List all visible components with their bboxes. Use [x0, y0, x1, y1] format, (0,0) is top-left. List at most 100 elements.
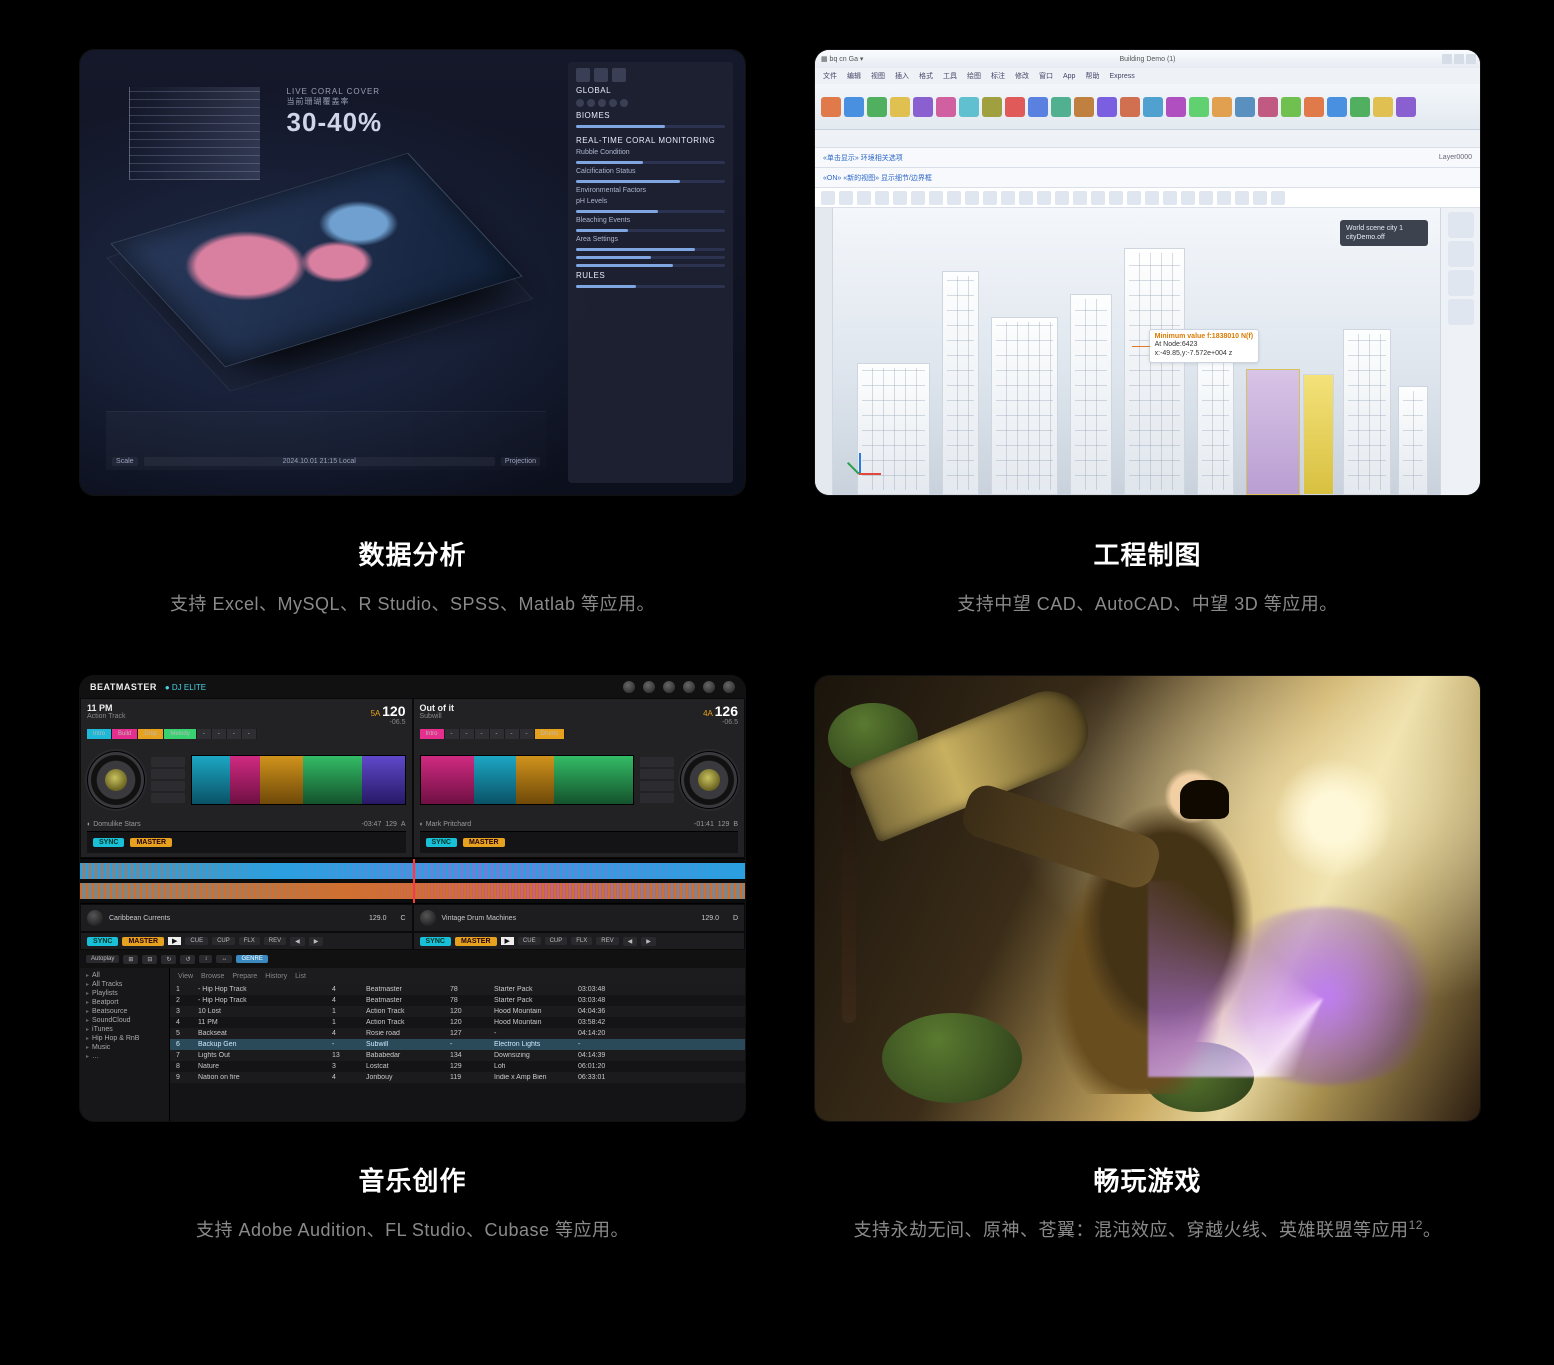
- dj-brand: BEATMASTER: [90, 682, 157, 692]
- card-title: 数据分析: [358, 535, 466, 572]
- game-vfx-slash: [1148, 881, 1441, 1077]
- table-row: 9Nation on fire4Jonbouy119Indie x Amp Bi…: [170, 1072, 745, 1083]
- deckD-name: Vintage Drum Machines: [442, 915, 517, 922]
- browser-tab: History: [265, 973, 287, 980]
- cue-tab: -: [212, 729, 227, 739]
- toolbar-button-icon: [1163, 191, 1177, 205]
- viz-line-chart: [129, 87, 260, 180]
- dj-mode: ● DJ ELITE: [165, 683, 206, 692]
- filter-chip: ↕: [199, 955, 212, 963]
- callout-line3: x:-49.85,y:-7.572e+004 z: [1155, 350, 1233, 357]
- jog-wheel-icon: [680, 751, 738, 809]
- cue-tab: Build: [112, 729, 138, 739]
- cad-right-rail: [1440, 208, 1480, 495]
- viz-row-env: Environmental Factors: [576, 187, 725, 194]
- card-subtitle-text: 支持永劫无间、原神、苍翼：混沌效应、穿越火线、英雄联盟等应用: [854, 1220, 1409, 1240]
- viz-section-monitor: REAL-TIME CORAL MONITORING: [576, 136, 725, 145]
- master-badge: MASTER: [130, 838, 172, 847]
- thumbnail-game: [815, 676, 1480, 1121]
- cue-tab: Drop: [138, 729, 164, 739]
- tree-item: Hip Hop & RnB: [86, 1035, 163, 1042]
- card-gaming: 畅玩游戏 支持永劫无间、原神、苍翼：混沌效应、穿越火线、英雄联盟等应用12。: [815, 676, 1480, 1242]
- toolbar-button-icon: [1235, 191, 1249, 205]
- play-icon: ▶: [168, 937, 181, 945]
- ribbon-tool-icon: [867, 97, 887, 117]
- cue-tab: Intro: [87, 729, 112, 739]
- viz-panel-biome-bar: [576, 125, 725, 128]
- filter-chip: ↺: [180, 955, 195, 964]
- dj-deck-cd-row: Caribbean Currents 129.0 C Vintage Drum …: [80, 904, 745, 932]
- transport-button: CUP: [545, 937, 568, 945]
- deckB-gain: -06.5: [703, 719, 738, 726]
- cue-tab: -: [197, 729, 212, 739]
- card-title: 工程制图: [1093, 535, 1201, 572]
- dj-table: ViewBrowsePrepareHistoryList 1- Hip Hop …: [170, 968, 745, 1121]
- toolbar-button-icon: [1271, 191, 1285, 205]
- card-subtitle: 支持永劫无间、原神、苍翼：混沌效应、穿越火线、英雄联盟等应用12。: [854, 1216, 1442, 1242]
- dj-deck-row: 11 PM Action Track 5A 120 -06.5 IntroBui…: [80, 698, 745, 858]
- dj-browser-tabs: ViewBrowsePrepareHistoryList: [170, 968, 745, 984]
- sync-badge: SYNC: [426, 838, 457, 847]
- table-row: 1- Hip Hop Track4Beatmaster78Starter Pac…: [170, 984, 745, 995]
- table-row: 310 Lost1Action Track120Hood Mountain04:…: [170, 1006, 745, 1017]
- filter-chip: ⊟: [142, 955, 157, 964]
- viz-row-rubble: Rubble Condition: [576, 149, 725, 156]
- tree-item: iTunes: [86, 1026, 163, 1033]
- dj-transport-row: SYNC MASTER ▶ CUECUPFLXREV◀▶ SYNC MASTER…: [80, 932, 745, 950]
- cad-menu-item: 修改: [1015, 71, 1029, 81]
- toolbar-button-icon: [857, 191, 871, 205]
- ribbon-tool-icon: [1097, 97, 1117, 117]
- ribbon-tool-icon: [1327, 97, 1347, 117]
- trackB-bpm: 129: [718, 821, 730, 828]
- cad-menu-item: 标注: [991, 71, 1005, 81]
- cue-tab: Intro: [420, 729, 445, 739]
- viz-panel-dots: [576, 99, 725, 107]
- filter-chip: ⊞: [123, 955, 138, 964]
- toolbar-button-icon: [1019, 191, 1033, 205]
- viz-row-ph: pH Levels: [576, 198, 725, 205]
- card-subtitle: 支持 Adobe Audition、FL Studio、Cubase 等应用。: [196, 1216, 629, 1242]
- cad-menu-item: Express: [1109, 73, 1134, 80]
- deck-fx-icon: [151, 757, 185, 803]
- transport-button: CUE: [518, 937, 541, 945]
- cue-tab: -: [490, 729, 505, 739]
- viz-row-area: Area Settings: [576, 236, 725, 243]
- callout-line2: At Node:6423: [1155, 341, 1198, 348]
- transport-button: FLX: [239, 937, 260, 945]
- cue-tab: -: [227, 729, 242, 739]
- viz-headline-label: LIVE CORAL COVER: [287, 87, 383, 96]
- ribbon-tool-icon: [1350, 97, 1370, 117]
- ribbon-tool-icon: [1396, 97, 1416, 117]
- deckD-bpm: 129.0: [701, 915, 719, 922]
- toolbar-button-icon: [929, 191, 943, 205]
- deckC-name: Caribbean Currents: [109, 915, 170, 922]
- transport-button: ◀: [290, 937, 305, 946]
- card-data-analysis: LIVE CORAL COVER 当前珊瑚覆盖率 30-40% Scale 20…: [80, 50, 745, 616]
- dj-tree: AllAll TracksPlaylistsBeatportBeatsource…: [80, 968, 170, 1121]
- toolbar-button-icon: [875, 191, 889, 205]
- cad-title-text: Building Demo (1): [1119, 56, 1175, 63]
- cue-tab: -: [242, 729, 257, 739]
- card-title: 畅玩游戏: [1093, 1161, 1201, 1198]
- dj-filter-bar: Autoplay⊞⊟↻↺↕↔GENRE: [80, 950, 745, 968]
- transport-button: ▶: [309, 937, 324, 946]
- ribbon-tool-icon: [1258, 97, 1278, 117]
- cad-3d-viewport: Minimum value f:1838010 N(f) At Node:642…: [833, 208, 1440, 495]
- ribbon-tool-icon: [1005, 97, 1025, 117]
- cue-tab: Drums: [535, 729, 566, 739]
- trackA-time: -03:47: [362, 821, 382, 828]
- dj-deck-c: Caribbean Currents 129.0 C: [80, 904, 413, 932]
- trackA-bpm: 129: [385, 821, 397, 828]
- deckA-cue-tabs: IntroBuildDropMelody----: [87, 729, 406, 739]
- cad-menu-bar: 文件编辑视图插入格式工具绘图标注修改窗口App帮助Express: [815, 68, 1480, 84]
- toolbar-button-icon: [965, 191, 979, 205]
- ribbon-tool-icon: [1373, 97, 1393, 117]
- ribbon-tool-icon: [844, 97, 864, 117]
- axis-gizmo-icon: [845, 447, 879, 481]
- cad-panel-l1: World scene city 1: [1346, 224, 1422, 233]
- table-row: 8Nature3Lostcat129Lofi06:01:20: [170, 1061, 745, 1072]
- ribbon-tool-icon: [821, 97, 841, 117]
- toolbar-button-icon: [1127, 191, 1141, 205]
- foliage-icon: [882, 1013, 1022, 1103]
- browser-tab: View: [178, 973, 193, 980]
